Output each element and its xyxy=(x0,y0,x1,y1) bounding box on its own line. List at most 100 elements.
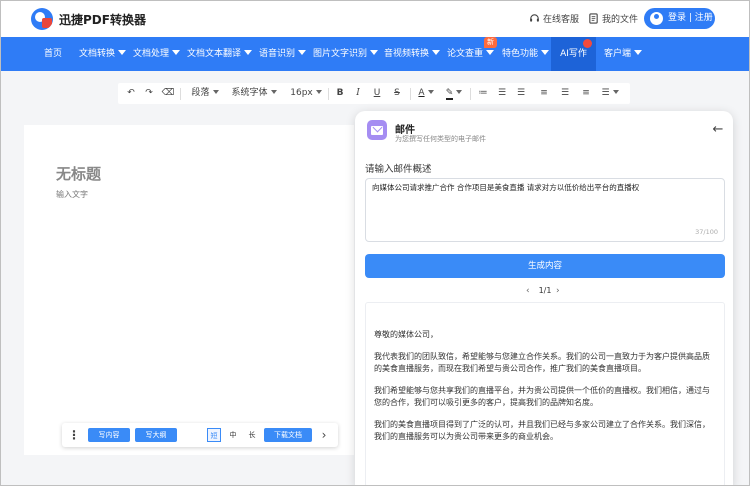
numbered-list-icon[interactable]: ☰ xyxy=(495,83,509,104)
panel-subtitle: 为您撰写任何类型的电子邮件 xyxy=(395,135,486,143)
write-content-button[interactable]: 写内容 xyxy=(88,428,130,442)
bold-icon[interactable]: B xyxy=(333,83,347,104)
chevron-down-icon xyxy=(456,90,463,94)
nav-item-av-convert[interactable]: 音视频转换 xyxy=(384,37,441,71)
font-label: 系统字体 xyxy=(231,88,268,98)
font-select[interactable]: 系统字体 xyxy=(228,83,280,104)
bullet-list-icon[interactable]: ≔ xyxy=(476,83,490,104)
length-short-option[interactable]: 短 xyxy=(207,428,221,442)
app-window: 迅捷PDF转换器 在线客服 我的文件 登录 | 注册 首页 文档转换 文档处理 … xyxy=(0,0,750,486)
support-link[interactable]: 在线客服 xyxy=(529,12,579,25)
chevron-down-icon xyxy=(486,50,495,55)
ai-email-panel: 邮件 为您撰写任何类型的电子邮件 ← 请输入邮件概述 向媒体公司请求推广合作 合… xyxy=(355,111,733,485)
italic-icon[interactable]: I xyxy=(351,83,365,104)
logo-icon[interactable] xyxy=(31,8,53,30)
write-outline-button[interactable]: 写大纲 xyxy=(135,428,177,442)
strikethrough-icon[interactable]: S xyxy=(390,83,404,104)
justify-icon[interactable]: ≡ xyxy=(579,83,593,104)
length-medium-option[interactable]: 中 xyxy=(226,428,240,442)
chevron-down-icon xyxy=(315,90,322,94)
generate-button[interactable]: 生成内容 xyxy=(365,254,725,278)
chevron-down-icon xyxy=(118,50,127,55)
chevron-down-icon xyxy=(634,50,643,55)
align-left-icon[interactable]: ☰ xyxy=(514,83,528,104)
font-color-icon[interactable]: A xyxy=(415,83,437,104)
nav-label: 首页 xyxy=(44,49,63,59)
chevron-down-icon xyxy=(370,50,379,55)
prompt-textarea[interactable]: 向媒体公司请求推广合作 合作项目是美食直播 请求对方以低价给出平台的直播权 37… xyxy=(365,178,725,242)
redo-icon[interactable]: ↷ xyxy=(142,83,156,104)
back-arrow-icon[interactable]: ← xyxy=(711,123,725,137)
length-long-option[interactable]: 长 xyxy=(245,428,259,442)
nav-label: 特色功能 xyxy=(502,49,539,59)
nav-item-features[interactable]: 特色功能 xyxy=(502,37,550,71)
nav-item-doc-process[interactable]: 文档处理 xyxy=(133,37,181,71)
main-nav: 首页 文档转换 文档处理 文档文本翻译 语音识别 图片文字识别 音视频转换 论文… xyxy=(1,37,749,71)
align-center-icon[interactable]: ≡ xyxy=(537,83,551,104)
my-files-label: 我的文件 xyxy=(602,15,639,25)
nav-label: 文档文本翻译 xyxy=(187,49,242,59)
chevron-down-icon xyxy=(432,50,441,55)
nav-item-ocr[interactable]: 图片文字识别 xyxy=(313,37,379,71)
login-label: 登录 | 注册 xyxy=(668,13,713,23)
document-title[interactable]: 无标题 xyxy=(56,163,101,184)
font-size-label: 16px xyxy=(290,88,313,98)
chevron-right-icon[interactable]: › xyxy=(317,423,331,447)
toolbar-divider xyxy=(470,88,471,100)
more-icon[interactable]: ⋮ xyxy=(68,423,80,447)
email-paragraph: 我代表我们的团队致信，希望能够与您建立合作关系。我们的公司一直致力于为客户提供高… xyxy=(374,351,710,373)
nav-item-doc-convert[interactable]: 文档转换 xyxy=(79,37,127,71)
file-icon xyxy=(589,13,598,24)
nav-label: 论文查重 xyxy=(447,49,484,59)
format-toolbar: ↶ ↷ ⌫ 段落 系统字体 16px B I U S A ✎ ≔ ☰ ☰ ≡ ☰… xyxy=(118,83,630,104)
chevron-down-icon xyxy=(612,90,619,94)
next-page-icon[interactable]: › xyxy=(556,286,560,296)
nav-item-translate[interactable]: 文档文本翻译 xyxy=(187,37,253,71)
align-right-icon[interactable]: ☰ xyxy=(558,83,572,104)
my-files-link[interactable]: 我的文件 xyxy=(588,12,638,25)
chevron-down-icon xyxy=(541,50,550,55)
line-height-icon[interactable]: ☰ xyxy=(599,83,621,104)
toolbar-divider xyxy=(410,88,411,100)
prompt-text: 向媒体公司请求推广合作 合作项目是美食直播 请求对方以低价给出平台的直播权 xyxy=(372,183,640,192)
chevron-down-icon xyxy=(212,90,219,94)
email-paragraph: 我们希望能够与您共享我们的直播平台，并为贵公司提供一个低价的直播权。我们相信，通… xyxy=(374,385,710,407)
toolbar-divider xyxy=(328,88,329,100)
generated-email[interactable]: 尊敬的媒体公司， 我代表我们的团队致信，希望能够与您建立合作关系。我们的公司一直… xyxy=(365,302,725,485)
support-label: 在线客服 xyxy=(543,15,580,25)
nav-label: 客户端 xyxy=(604,49,632,59)
toolbar-divider xyxy=(180,88,181,100)
mail-icon xyxy=(367,120,387,140)
headset-icon xyxy=(530,14,539,22)
download-button[interactable]: 下载文档 xyxy=(264,428,312,442)
hot-badge-icon xyxy=(583,39,592,48)
paragraph-label: 段落 xyxy=(191,88,210,98)
clear-format-icon[interactable]: ⌫ xyxy=(161,83,175,104)
nav-label: AI写作 xyxy=(560,49,587,59)
nav-label: 文档转换 xyxy=(79,49,116,59)
underline-icon[interactable]: U xyxy=(370,83,384,104)
char-count: 37/100 xyxy=(695,228,718,236)
brand-name[interactable]: 迅捷PDF转换器 xyxy=(59,11,146,28)
font-size-select[interactable]: 16px xyxy=(286,83,326,104)
undo-icon[interactable]: ↶ xyxy=(124,83,138,104)
chevron-down-icon xyxy=(298,50,307,55)
chevron-down-icon xyxy=(427,90,434,94)
paragraph-select[interactable]: 段落 xyxy=(187,83,223,104)
document-action-bar: ⋮ 写内容 写大纲 短 中 长 下载文档 › xyxy=(62,423,338,447)
chevron-down-icon xyxy=(244,50,253,55)
email-paragraph: 尊敬的媒体公司， xyxy=(374,330,438,339)
document-placeholder[interactable]: 输入文字 xyxy=(56,189,88,200)
nav-label: 图片文字识别 xyxy=(313,49,368,59)
nav-label: 语音识别 xyxy=(259,49,296,59)
highlight-icon[interactable]: ✎ xyxy=(443,83,465,104)
prompt-label: 请输入邮件概述 xyxy=(365,164,432,175)
nav-item-home[interactable]: 首页 xyxy=(44,37,62,71)
nav-item-client[interactable]: 客户端 xyxy=(604,37,643,71)
nav-item-speech[interactable]: 语音识别 xyxy=(259,37,307,71)
nav-label: 音视频转换 xyxy=(384,49,430,59)
nav-label: 文档处理 xyxy=(133,49,170,59)
chevron-down-icon xyxy=(172,50,181,55)
login-button[interactable]: 登录 | 注册 xyxy=(644,8,715,29)
email-paragraph: 我们的美食直播项目得到了广泛的认可，并且我们已经与多家公司建立了合作关系。我们深… xyxy=(374,419,710,441)
